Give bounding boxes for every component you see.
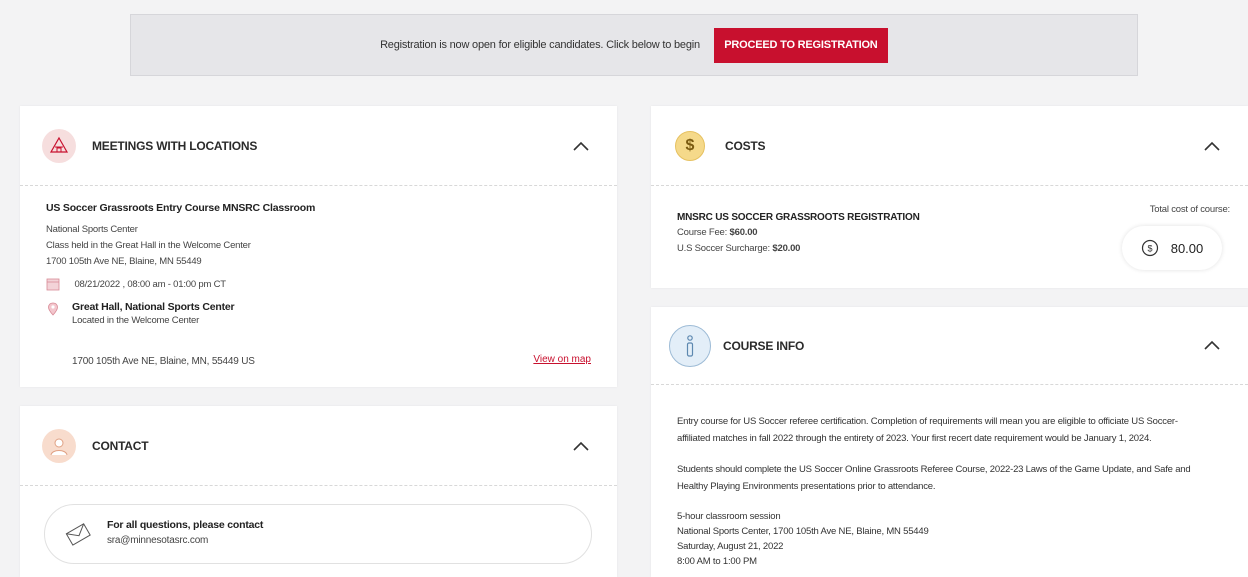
venue-note: Class held in the Great Hall in the Welc… xyxy=(46,240,251,251)
total-label: Total cost of course: xyxy=(1149,204,1230,215)
meetings-title: MEETINGS WITH LOCATIONS xyxy=(92,138,258,153)
course-name: US Soccer Grassroots Entry Course MNSRC … xyxy=(46,202,316,214)
contact-label: For all questions, please contact xyxy=(107,519,264,531)
dollar-icon: $ xyxy=(675,130,705,161)
registration-banner: Registration is now open for eligible ca… xyxy=(130,14,1138,76)
map-pin-icon xyxy=(48,302,58,316)
location-name: Great Hall, National Sports Center xyxy=(72,301,235,313)
surcharge-label: U.S Soccer Surcharge: xyxy=(677,243,770,254)
location-note: Located in the Welcome Center xyxy=(72,315,200,326)
course-fee-label: Course Fee: xyxy=(677,227,728,238)
surcharge-value: $20.00 xyxy=(772,243,801,254)
total-cost-pill: $ 80.00 xyxy=(1122,226,1222,270)
course-fee-row: Course Fee: $60.00 xyxy=(677,225,920,241)
venue-address: 1700 105th Ave NE, Blaine, MN 55449 xyxy=(46,256,202,267)
schedule-line: 5-hour classroom session xyxy=(677,511,781,522)
meetings-header[interactable]: MEETINGS WITH LOCATIONS xyxy=(20,106,617,186)
schedule-line: 8:00 AM to 1:00 PM xyxy=(677,556,757,567)
contact-title: CONTACT xyxy=(92,438,149,453)
chevron-up-icon[interactable] xyxy=(1202,136,1222,156)
total-cost-value: 80.00 xyxy=(1170,240,1204,256)
course-fee-value: $60.00 xyxy=(729,227,758,238)
venue-name: National Sports Center xyxy=(46,224,138,235)
schedule-line: National Sports Center, 1700 105th Ave N… xyxy=(677,526,929,537)
surcharge-row: U.S Soccer Surcharge: $20.00 xyxy=(677,241,920,257)
contact-card: CONTACT For all questions, please contac… xyxy=(20,406,617,577)
costs-header[interactable]: $ COSTS xyxy=(651,106,1248,186)
info-icon xyxy=(669,324,711,367)
course-description-1: Entry course for US Soccer referee certi… xyxy=(677,413,1228,447)
schedule-line: Saturday, August 21, 2022 xyxy=(677,541,784,552)
coin-icon: $ xyxy=(1141,239,1158,257)
proceed-to-registration-button[interactable]: PROCEED TO REGISTRATION xyxy=(713,27,888,63)
location-address: 1700 105th Ave NE, Blaine, MN, 55449 US xyxy=(72,356,255,367)
course-info-title: COURSE INFO xyxy=(723,338,805,353)
description-line: Healthy Playing Environments presentatio… xyxy=(677,481,936,492)
view-on-map-link[interactable]: View on map xyxy=(533,354,591,365)
meeting-datetime-row: 08/21/2022 , 08:00 am - 01:00 pm CT xyxy=(46,277,591,293)
description-line: Students should complete the US Soccer O… xyxy=(677,464,1191,475)
building-icon xyxy=(42,128,76,163)
chevron-up-icon[interactable] xyxy=(571,136,591,156)
contact-email[interactable]: sra@minnesotasrc.com xyxy=(107,533,263,549)
chevron-up-icon[interactable] xyxy=(1202,335,1222,355)
course-info-header[interactable]: COURSE INFO xyxy=(651,307,1248,385)
meetings-card: MEETINGS WITH LOCATIONS US Soccer Grassr… xyxy=(20,106,617,387)
cost-heading: MNSRC US SOCCER GRASSROOTS REGISTRATION xyxy=(677,212,920,223)
contact-box: For all questions, please contact sra@mi… xyxy=(44,504,592,564)
chevron-up-icon[interactable] xyxy=(571,436,591,456)
location-row: Great Hall, National Sports Center Locat… xyxy=(46,301,591,329)
envelope-icon xyxy=(65,523,91,546)
course-schedule: 5-hour classroom session National Sports… xyxy=(677,509,1228,569)
description-line: affiliated matches in fall 2022 through … xyxy=(677,433,1152,444)
person-icon xyxy=(42,428,76,463)
course-description-2: Students should complete the US Soccer O… xyxy=(677,461,1228,495)
calendar-icon xyxy=(46,279,60,291)
meeting-datetime: 08/21/2022 , 08:00 am - 01:00 pm CT xyxy=(74,279,226,290)
svg-text:$: $ xyxy=(1147,244,1152,254)
contact-header[interactable]: CONTACT xyxy=(20,406,617,486)
costs-card: $ COSTS MNSRC US SOCCER GRASSROOTS REGIS… xyxy=(651,106,1248,288)
course-info-card: COURSE INFO Entry course for US Soccer r… xyxy=(651,307,1248,577)
description-line: Entry course for US Soccer referee certi… xyxy=(677,416,1178,427)
banner-text: Registration is now open for eligible ca… xyxy=(380,39,700,51)
costs-title: COSTS xyxy=(725,138,766,153)
